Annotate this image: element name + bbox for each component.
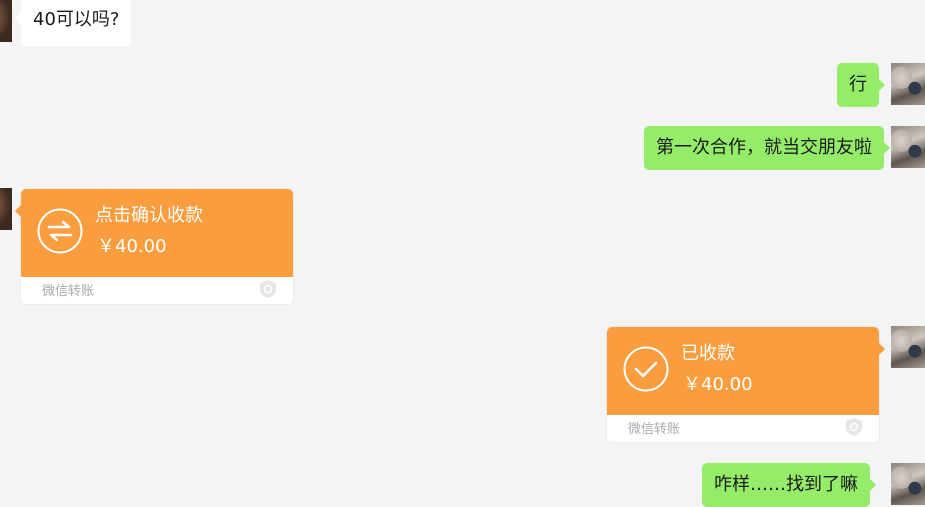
message-text: 行 [849, 74, 867, 95]
message-text: 咋样……找到了嘛 [714, 474, 858, 495]
contact-avatar[interactable] [0, 188, 12, 230]
self-avatar[interactable] [891, 326, 925, 368]
self-avatar[interactable] [891, 63, 925, 105]
transfer-amount: ￥40.00 [683, 374, 753, 395]
message-bubble-outgoing[interactable]: 咋样……找到了嘛 [702, 463, 876, 507]
self-avatar[interactable] [891, 126, 925, 168]
message-bubble-incoming[interactable]: 40可以吗? [14, 0, 132, 46]
message-text: 40可以吗? [33, 9, 120, 30]
transfer-footer-label: 微信转账 [42, 284, 95, 299]
transfer-footer-label: 微信转账 [628, 422, 681, 437]
message-bubble-outgoing[interactable]: 行 [837, 63, 885, 107]
shield-icon [846, 418, 862, 436]
self-avatar[interactable] [891, 463, 925, 505]
shield-icon [260, 280, 276, 298]
transfer-card-received[interactable]: 已收款 ￥40.00 微信转账 [606, 326, 885, 443]
transfer-arrows-icon [37, 208, 83, 254]
transfer-title: 已收款 [681, 343, 735, 364]
transfer-card-header: 已收款 ￥40.00 [607, 327, 879, 415]
transfer-title: 点击确认收款 [95, 205, 203, 226]
contact-avatar[interactable] [0, 0, 12, 42]
transfer-card-header: 点击确认收款 ￥40.00 [21, 189, 293, 277]
message-text: 第一次合作，就当交朋友啦 [656, 137, 872, 158]
transfer-card-pending[interactable]: 点击确认收款 ￥40.00 微信转账 [15, 188, 294, 305]
transfer-amount: ￥40.00 [97, 236, 167, 257]
check-circle-icon [623, 346, 669, 392]
message-bubble-outgoing[interactable]: 第一次合作，就当交朋友啦 [644, 126, 890, 170]
